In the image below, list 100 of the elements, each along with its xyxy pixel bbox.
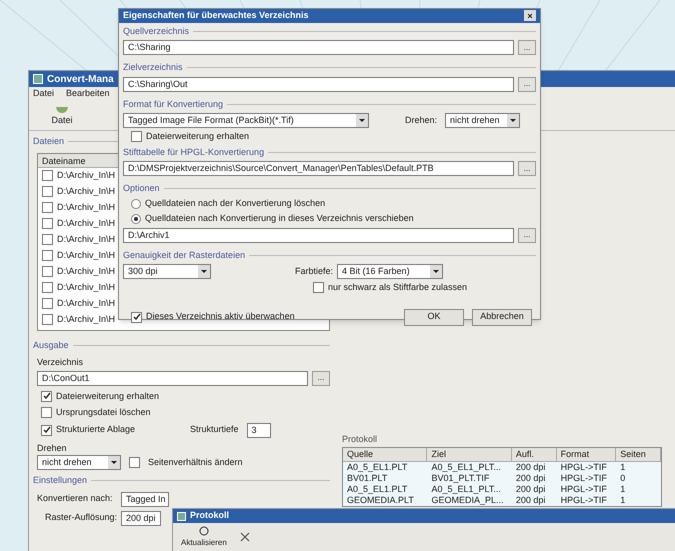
checkbox[interactable]	[42, 202, 53, 213]
file-path[interactable]: D:\Archiv_In\H	[57, 168, 116, 182]
column-header[interactable]: Ziel	[427, 448, 512, 461]
spin-field[interactable]: 3	[246, 422, 271, 438]
checkbox[interactable]	[41, 407, 52, 418]
radio-button[interactable]	[131, 199, 141, 209]
source-field[interactable]: C:\Sharing	[123, 40, 514, 55]
table-cell-text: 1	[619, 495, 626, 506]
table-cell-text: HPGL->TIF	[560, 462, 608, 473]
field-label: Verzeichnis	[37, 356, 84, 369]
directory-field[interactable]: D:\ConOut1	[37, 370, 308, 386]
check-icon	[42, 392, 50, 400]
format-field[interactable]: Tagged In	[121, 492, 169, 506]
column-header[interactable]: Seiten	[616, 448, 661, 461]
table-cell-text: BV01.PLT	[346, 473, 388, 484]
target-field[interactable]: C:\Sharing\Out	[123, 76, 514, 92]
dropdown[interactable]: nicht drehen	[445, 113, 520, 128]
file-path[interactable]: D:\Archiv_In\H	[57, 216, 116, 230]
browse-button[interactable]: ...	[312, 370, 330, 386]
window-title: Convert-Mana	[47, 72, 114, 86]
table-cell-text: HPGL->TIF	[560, 495, 608, 506]
table-cell-text: HPGL->TIF	[560, 484, 608, 495]
column-header[interactable]: Quelle	[343, 448, 428, 461]
group-label: Einstellungen	[33, 474, 88, 487]
table-cell-text: A0_5_EL1.PLT	[346, 462, 408, 473]
field-label: Drehen:	[405, 114, 438, 127]
archive-field[interactable]: D:\Archiv1	[123, 228, 514, 242]
pen-table-field[interactable]: D:\DMSProjektverzeichnis\Source\Convert_Manager\PenTables\Default.PTB	[123, 161, 514, 176]
column-header[interactable]: Aufl.	[512, 448, 557, 461]
checkbox[interactable]	[42, 170, 53, 181]
table-cell-text: HPGL->TIF	[560, 473, 608, 484]
checkbox-label: Seitenverhältnis ändern	[148, 456, 243, 469]
window-title: Protokoll	[190, 509, 230, 522]
file-path[interactable]: D:\Archiv_In\H	[57, 184, 116, 198]
app-icon	[33, 74, 43, 84]
browse-button[interactable]: ...	[518, 40, 536, 55]
close-icon[interactable]	[238, 531, 251, 543]
field-label: Raster-Auflösung:	[44, 511, 117, 524]
radio-button[interactable]	[131, 214, 141, 224]
checkbox[interactable]	[42, 250, 53, 261]
menu-item[interactable]: Datei	[33, 87, 54, 101]
table-cell-text: GEOMEDIA.PLT	[346, 495, 415, 506]
dialog-title: Eigenschaften für überwachtes Verzeichnis	[123, 9, 309, 22]
table-cell-text: 1	[619, 484, 626, 495]
file-path[interactable]: D:\Archiv_In\H	[57, 296, 116, 310]
checkbox[interactable]	[42, 266, 53, 277]
resolution-field[interactable]: 200 dpi	[121, 510, 161, 526]
dialog-button[interactable]: OK	[404, 308, 464, 326]
file-path[interactable]: D:\Archiv_In\H	[57, 248, 116, 262]
checkbox[interactable]	[131, 312, 142, 322]
table-cell-text: A0_5_EL1_PLT...	[430, 484, 502, 495]
file-path[interactable]: D:\Archiv_In\H	[57, 200, 116, 214]
field-label: Konvertieren nach:	[37, 492, 114, 506]
table-cell-text: 200 dpi	[514, 495, 546, 506]
close-button[interactable]: ×	[524, 10, 536, 22]
refresh-button[interactable]: Aktualisieren	[181, 525, 227, 549]
dialog-button[interactable]: Abbrechen	[472, 308, 532, 326]
group-label: Dateien	[33, 135, 64, 148]
group-label: Zielverzeichnis	[123, 61, 183, 74]
checkbox[interactable]	[42, 234, 53, 245]
check-icon	[132, 313, 140, 321]
file-path[interactable]: D:\Archiv_In\H	[57, 312, 116, 326]
checkbox[interactable]	[42, 218, 53, 229]
toolbar-button[interactable]: Datei	[37, 104, 87, 128]
table-cell-text: 200 dpi	[514, 484, 546, 495]
file-path[interactable]: D:\Archiv_In\H	[57, 280, 116, 294]
panel-label: Protokoll	[342, 433, 378, 446]
checkbox-label: Ursprungsdatei löschen	[56, 406, 152, 419]
checkbox-label: Strukturierte Ablage	[56, 423, 136, 436]
app-icon	[177, 512, 186, 520]
group-label: Quellverzeichnis	[123, 24, 190, 38]
checkbox[interactable]	[129, 457, 140, 468]
checkbox[interactable]	[41, 424, 52, 436]
checkbox[interactable]	[131, 131, 142, 142]
dropdown[interactable]: nicht drehen	[37, 455, 121, 470]
table-cell-text: BV01_PLT.TIF	[430, 473, 490, 484]
file-path[interactable]: D:\Archiv_In\H	[57, 264, 116, 278]
dropdown[interactable]: 300 dpi	[123, 264, 211, 279]
checkbox[interactable]	[313, 282, 324, 294]
browse-button[interactable]: ...	[518, 228, 536, 242]
checkbox[interactable]	[42, 298, 53, 309]
table-cell-text: A0_5_EL1_PLT...	[430, 462, 502, 473]
checkbox[interactable]	[41, 390, 52, 402]
table-cell-text: 1	[619, 462, 626, 473]
checkbox[interactable]	[42, 314, 53, 325]
checkbox-label: Dateierweiterung erhalten	[146, 130, 250, 143]
file-path[interactable]: D:\Archiv_In\H	[57, 232, 116, 246]
dropdown[interactable]: 4 Bit (16 Farben)	[337, 264, 444, 279]
browse-button[interactable]: ...	[518, 76, 536, 92]
browse-button[interactable]: ...	[518, 161, 536, 176]
dropdown[interactable]: Tagged Image File Format (PackBit)(*.Tif)	[123, 113, 369, 128]
checkbox[interactable]	[42, 282, 53, 293]
column-header[interactable]: Format	[556, 448, 616, 461]
field-label: Farbtiefe:	[295, 264, 334, 278]
table-cell-text: 200 dpi	[514, 473, 546, 484]
checkbox[interactable]	[42, 186, 53, 197]
menu-item[interactable]: Bearbeiten	[66, 87, 110, 101]
field-label: Drehen	[37, 442, 68, 454]
table-cell-text: A0_5_EL1.PLT	[346, 484, 408, 495]
checkbox-label: Dateierweiterung erhalten	[56, 390, 160, 403]
